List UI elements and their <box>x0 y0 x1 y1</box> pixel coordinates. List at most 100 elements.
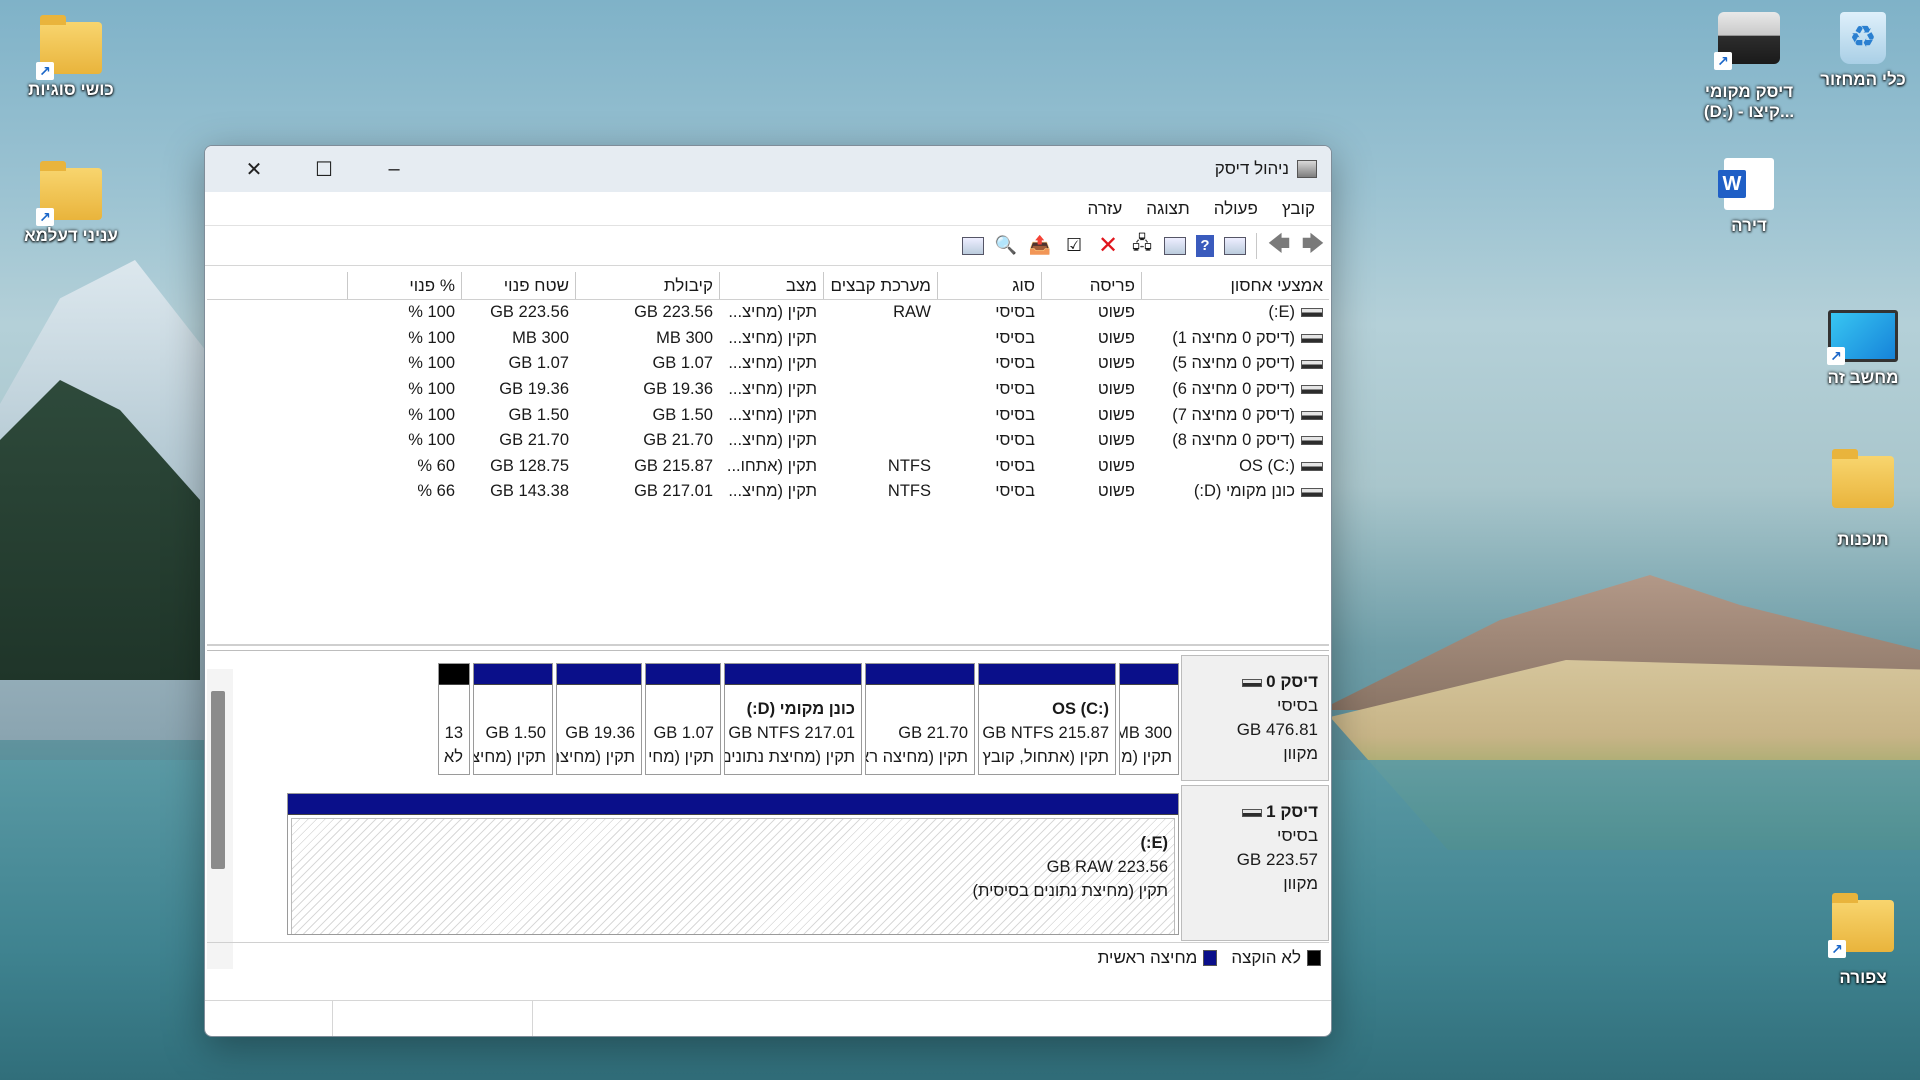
table-body: (E:) פשוט בסיסי RAW תקין (מחיצ... 223.56 GB 22… <box>207 300 1329 505</box>
cell-pct: 100 % <box>408 380 455 399</box>
connect-drive-icon[interactable]: 🖧 <box>1130 233 1154 258</box>
close-button[interactable]: ✕ <box>219 146 289 192</box>
partition-color-bar <box>1120 664 1178 685</box>
column-header-type[interactable]: סוג <box>937 272 1041 299</box>
partition[interactable]: 1.50 GB תקין (מחיצ <box>473 663 553 775</box>
volume-name: (דיסק 0 מחיצה 7) <box>1172 405 1295 424</box>
window-controls: ✕ ☐ – <box>219 146 429 192</box>
forward-arrow-icon[interactable]: 🡄 <box>1267 231 1291 258</box>
desktop-icon-this-pc[interactable]: ↗ מחשב זה <box>1808 310 1918 388</box>
partition-size: 13 <box>444 724 463 742</box>
maximize-button[interactable]: ☐ <box>289 146 359 192</box>
folder-icon <box>1832 449 1894 508</box>
cell-layout: פשוט <box>1097 482 1135 501</box>
disk-1-state: מקוון <box>1283 874 1318 893</box>
desktop-icon-drive-d[interactable]: ↗ דיסק מקומי (D:) - קיצו... <box>1694 12 1804 122</box>
table-row[interactable]: כונן מקומי (D:) פשוט בסיסי NTFS תקין (מחיצ..… <box>207 479 1329 505</box>
partition[interactable]: OS (C:) 215.87 GB NTFS תקין (אתחול, קובץ ר <box>978 663 1116 775</box>
partition-details: 19.36 GB תקין (מחיצת ש <box>557 685 641 769</box>
desktop-icon-recycle-bin[interactable]: ♻ כלי המחזור <box>1808 12 1918 90</box>
partition-size: 19.36 GB <box>565 724 635 742</box>
menu-view[interactable]: תצוגה <box>1146 199 1189 219</box>
partition-color-bar <box>979 664 1115 685</box>
shortcut-arrow-icon: ↗ <box>1828 940 1846 958</box>
table-row[interactable]: (דיסק 0 מחיצה 6) פשוט בסיסי תקין (מחיצ... 19… <box>207 377 1329 403</box>
partition-details: OS (C:) 215.87 GB NTFS תקין (אתחול, קובץ ר <box>979 685 1115 769</box>
desktop-icon-tzipora[interactable]: ↗ צפורה <box>1808 893 1918 988</box>
volume-name: (דיסק 0 מחיצה 6) <box>1172 380 1295 399</box>
back-arrow-icon[interactable]: 🡆 <box>1301 231 1325 258</box>
recycle-bin-icon: ♻ <box>1840 12 1886 64</box>
partition-label <box>478 697 546 721</box>
table-header: אמצעי אחסון פריסה סוג מערכת קבצים מצב קי… <box>207 272 1329 300</box>
help-icon[interactable]: ? <box>1196 234 1214 257</box>
cell-volume: (דיסק 0 מחיצה 6) <box>1141 380 1329 399</box>
legend-swatch-unallocated <box>1307 949 1321 966</box>
desktop-icon-programs[interactable]: תוכנות <box>1808 449 1918 550</box>
column-header-status[interactable]: מצב <box>719 272 823 299</box>
desktop-icon-folder-2[interactable]: ↗ עניני דעלמא <box>16 161 126 246</box>
partition-details: 21.70 GB תקין (מחיצה רא <box>866 685 974 769</box>
cell-capacity: 21.70 GB <box>643 431 713 450</box>
column-header-layout[interactable]: פריסה <box>1041 272 1141 299</box>
column-header-filesystem[interactable]: מערכת קבצים <box>823 272 937 299</box>
view-icon[interactable] <box>962 236 984 255</box>
disk-1-row: דיסק 1 בסיסי 223.57 GB מקוון (E:) 223.56 … <box>237 785 1329 941</box>
disk-1-info[interactable]: דיסק 1 בסיסי 223.57 GB מקוון <box>1181 785 1329 941</box>
cell-status: תקין (מחיצ... <box>728 380 817 399</box>
desktop-icon-dira[interactable]: W דירה <box>1694 158 1804 236</box>
desktop-icon-label: תוכנות <box>1837 530 1889 549</box>
column-header-volume[interactable]: אמצעי אחסון <box>1141 272 1329 299</box>
partition[interactable]: 300 MB תקין (מ <box>1119 663 1179 775</box>
disk-0-partitions: 300 MB תקין (מ OS (C:) 215.87 GB NTFS תקין (… <box>237 663 1179 775</box>
graphical-disk-view: דיסק 0 בסיסי 476.81 GB מקוון 300 MB תקין … <box>207 650 1329 972</box>
column-header-percent-free[interactable]: % פנוי <box>347 272 461 299</box>
cell-layout: פשוט <box>1097 405 1135 424</box>
disk-0-row: דיסק 0 בסיסי 476.81 GB מקוון 300 MB תקין … <box>237 655 1329 781</box>
volume-name: (דיסק 0 מחיצה 1) <box>1172 328 1295 347</box>
table-row[interactable]: OS (C:) פשוט בסיסי NTFS תקין (אתחו... 215.87 … <box>207 454 1329 480</box>
column-header-capacity[interactable]: קיבולת <box>575 272 719 299</box>
cell-type: בסיסי <box>995 456 1035 475</box>
disk-1-partitions: (E:) 223.56 GB RAW תקין (מחיצת נתונים בסיס… <box>287 793 1179 935</box>
cell-type: בסיסי <box>995 431 1035 450</box>
partition[interactable]: (E:) 223.56 GB RAW תקין (מחיצת נתונים בסיס… <box>287 793 1179 935</box>
minimize-button[interactable]: – <box>359 146 429 192</box>
cell-fs: NTFS <box>887 482 931 501</box>
partition-label <box>443 697 463 721</box>
cell-free: 300 MB <box>512 328 569 347</box>
cell-fs: RAW <box>893 303 931 322</box>
properties-icon[interactable] <box>1164 236 1186 255</box>
desktop-icon-folder-1[interactable]: ↗ כושי סוגיות <box>16 15 126 100</box>
up-folder-icon[interactable]: 📤 <box>1028 234 1052 258</box>
partition[interactable]: 1.07 GB תקין (מחי <box>645 663 721 775</box>
column-header-free-space[interactable]: שטח פנוי <box>461 272 575 299</box>
table-row[interactable]: (דיסק 0 מחיצה 5) פשוט בסיסי תקין (מחיצ... 1.… <box>207 351 1329 377</box>
menu-help[interactable]: עזרה <box>1088 199 1123 219</box>
menu-action[interactable]: פעולה <box>1214 199 1258 219</box>
table-row[interactable]: (דיסק 0 מחיצה 7) פשוט בסיסי תקין (מחיצ... 1.… <box>207 402 1329 428</box>
shortcut-arrow-icon: ↗ <box>36 62 54 80</box>
checklist-icon[interactable]: ☑ <box>1062 234 1086 258</box>
delete-icon[interactable]: ✕ <box>1096 232 1120 259</box>
partition[interactable]: 21.70 GB תקין (מחיצה רא <box>865 663 975 775</box>
volume-name: כונן מקומי (D:) <box>1193 482 1295 501</box>
partition-unallocated[interactable]: 13 לא <box>438 663 470 775</box>
disk-0-size: 476.81 GB <box>1236 720 1318 739</box>
vertical-scrollbar-thumb[interactable] <box>211 691 225 869</box>
show-hide-console-tree-icon[interactable] <box>1224 236 1246 255</box>
cell-status: תקין (מחיצ... <box>728 405 817 424</box>
cell-free: 128.75 GB <box>490 456 569 475</box>
partition[interactable]: 19.36 GB תקין (מחיצת ש <box>556 663 642 775</box>
cell-status: תקין (מחיצ... <box>728 303 817 322</box>
title-bar[interactable]: ניהול דיסק ✕ ☐ – <box>205 146 1331 192</box>
disk-0-info[interactable]: דיסק 0 בסיסי 476.81 GB מקוון <box>1181 655 1329 781</box>
menu-file[interactable]: קובץ <box>1282 199 1315 219</box>
vertical-scrollbar-track[interactable] <box>207 669 233 969</box>
table-row[interactable]: (E:) פשוט בסיסי RAW תקין (מחיצ... 223.56 GB 22… <box>207 300 1329 326</box>
partition-details: 1.07 GB תקין (מחי <box>646 685 720 769</box>
partition[interactable]: כונן מקומי (D:) 217.01 GB NTFS תקין (מחיצת… <box>724 663 862 775</box>
search-folder-icon[interactable]: 🔍 <box>994 234 1018 258</box>
table-row[interactable]: (דיסק 0 מחיצה 8) פשוט בסיסי תקין (מחיצ... 21… <box>207 428 1329 454</box>
table-row[interactable]: (דיסק 0 מחיצה 1) פשוט בסיסי תקין (מחיצ... 30… <box>207 326 1329 352</box>
